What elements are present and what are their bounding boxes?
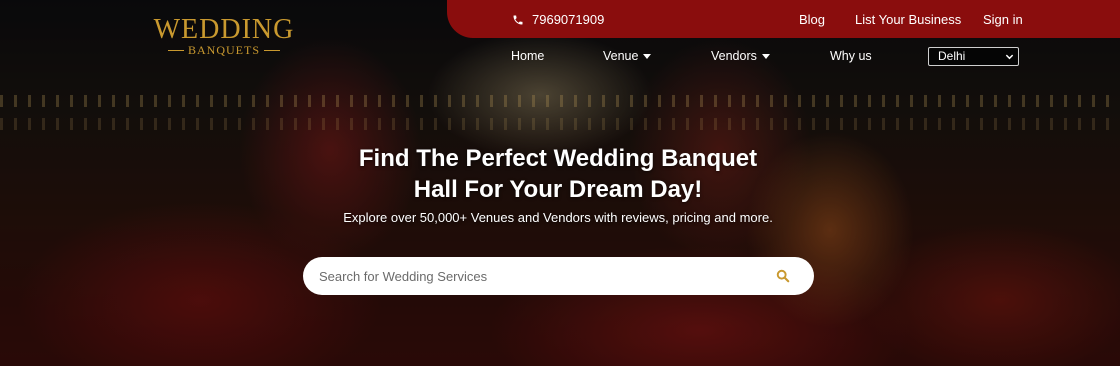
phone-number[interactable]: 7969071909	[532, 12, 604, 27]
sign-in-link[interactable]: Sign in	[983, 12, 1023, 27]
caret-down-icon	[761, 53, 770, 59]
list-your-business-link[interactable]: List Your Business	[855, 12, 961, 27]
phone-contact[interactable]: 7969071909	[512, 12, 604, 27]
search-icon[interactable]	[776, 269, 790, 283]
nav-vendors-label: Vendors	[711, 49, 757, 63]
logo-wordmark: WEDDING	[153, 14, 295, 45]
hero-subtitle: Explore over 50,000+ Venues and Vendors …	[343, 210, 773, 225]
nav-why-us-label: Why us	[830, 49, 872, 63]
city-select-value: Delhi	[938, 49, 966, 63]
nav-home[interactable]: Home	[511, 49, 544, 63]
nav-venue-label: Venue	[603, 49, 639, 63]
nav-why-us[interactable]: Why us	[830, 49, 872, 63]
caret-down-icon	[643, 53, 652, 59]
brand-logo[interactable]: WEDDING BANQUETS	[150, 15, 300, 60]
nav-vendors[interactable]: Vendors	[711, 49, 770, 63]
logo-divider-right	[264, 50, 280, 51]
hero-title-line-2: Hall For Your Dream Day!	[413, 176, 703, 203]
hero-title-line-1: Find The Perfect Wedding Banquet	[358, 145, 758, 172]
search-bar	[303, 257, 814, 295]
hero-title: Find The Perfect Wedding Banquet Hall Fo…	[240, 143, 876, 205]
logo-tagline: BANQUETS	[187, 43, 260, 57]
search-input[interactable]	[319, 257, 759, 295]
city-select[interactable]: Delhi	[928, 47, 1019, 66]
nav-venue[interactable]: Venue	[603, 49, 652, 63]
nav-home-label: Home	[511, 49, 545, 63]
phone-icon	[513, 15, 523, 24]
chevron-down-icon	[1005, 54, 1014, 60]
blog-link[interactable]: Blog	[799, 12, 825, 27]
